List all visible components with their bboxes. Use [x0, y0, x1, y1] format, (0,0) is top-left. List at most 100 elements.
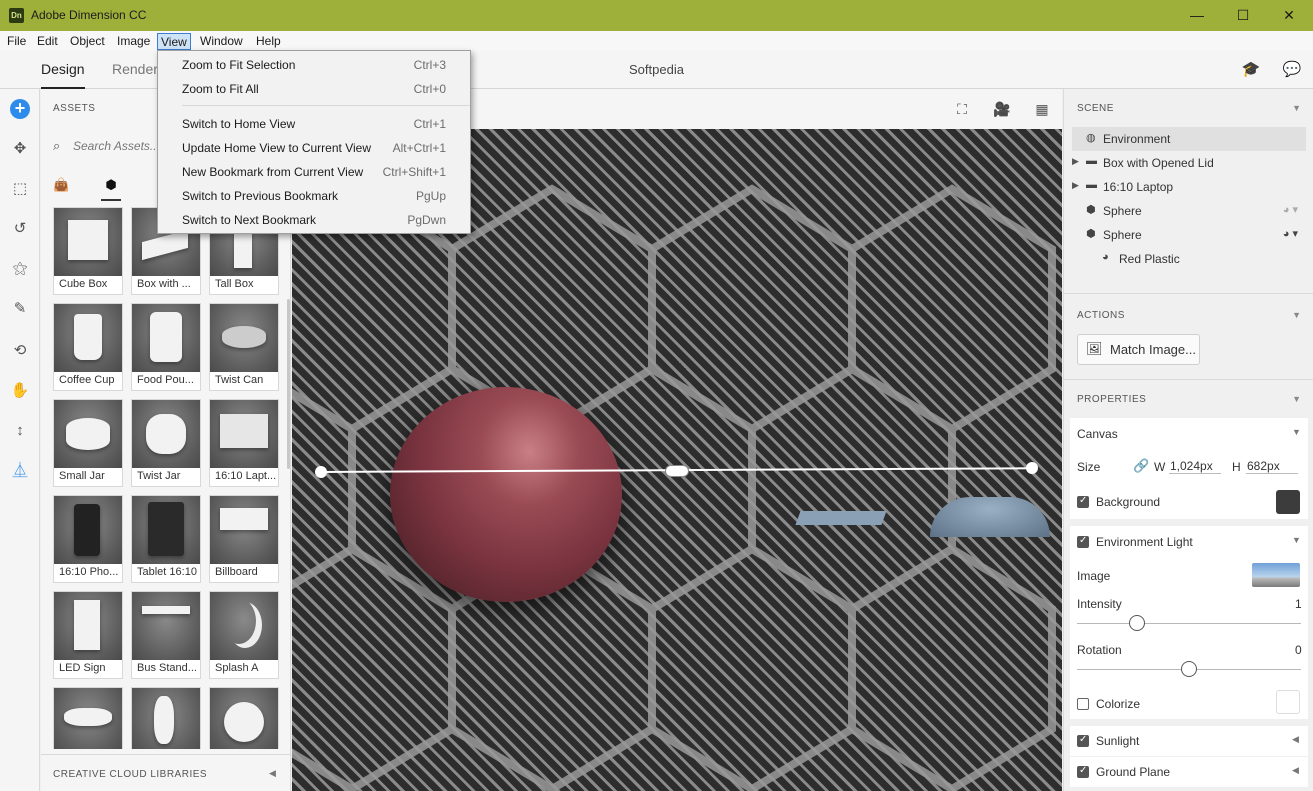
expand-icon[interactable]: ▶ [1072, 156, 1079, 167]
ground-plane-checkbox[interactable] [1077, 765, 1089, 778]
menu-item-update-home-view[interactable]: Update Home View to Current View Alt+Ctrl… [158, 137, 470, 159]
camera-icon[interactable]: 🎥 [992, 99, 1012, 119]
scene-item-environment[interactable]: ◍ Environment [1072, 127, 1306, 151]
colorize-color-swatch[interactable] [1276, 690, 1300, 714]
height-field[interactable]: 682px [1246, 459, 1298, 474]
horizon-handle-center[interactable] [665, 465, 689, 477]
intensity-track[interactable] [1077, 623, 1301, 624]
menu-item-zoom-fit-all[interactable]: Zoom to Fit All Ctrl+0 [158, 78, 470, 100]
add-content-icon[interactable]: + [10, 99, 30, 119]
asset-tile[interactable]: Small Jar [53, 399, 123, 487]
cc-libraries-header[interactable]: CREATIVE CLOUD LIBRARIES ◀ [41, 754, 291, 791]
magic-wand-icon[interactable]: ⚝ [8, 257, 32, 281]
asset-tile[interactable] [131, 687, 201, 749]
asset-tile[interactable]: 16:10 Pho... [53, 495, 123, 583]
scene-item-material[interactable]: ◕ Red Plastic [1072, 247, 1306, 271]
background-checkbox[interactable] [1077, 495, 1089, 508]
horizon-handle-right[interactable] [1026, 462, 1038, 474]
maximize-button[interactable]: ☐ [1220, 0, 1266, 31]
menu-image[interactable]: Image [114, 33, 153, 50]
tab-design[interactable]: Design [41, 61, 85, 89]
rotate-tool-icon[interactable]: ↺ [8, 217, 32, 241]
asset-tile[interactable]: 16:10 Lapt... [209, 399, 279, 487]
sphere-object[interactable] [390, 387, 622, 602]
width-field[interactable]: 1,024px [1169, 459, 1221, 474]
menu-object[interactable]: Object [67, 33, 108, 50]
asset-tile[interactable]: Billboard [209, 495, 279, 583]
assets-scrollbar[interactable] [287, 299, 290, 469]
menu-item-zoom-fit-selection[interactable]: Zoom to Fit Selection Ctrl+3 [158, 54, 470, 76]
select-tool-icon[interactable]: ✥ [8, 137, 32, 161]
search-input[interactable]: Search Assets... [73, 139, 160, 153]
orbit-camera-icon[interactable]: ⟲ [8, 339, 32, 363]
environment-light-checkbox[interactable] [1077, 535, 1089, 548]
collapse-scene-icon[interactable]: ▼ [1292, 103, 1301, 113]
asset-thumbnail [54, 400, 122, 468]
menu-help[interactable]: Help [253, 33, 284, 50]
asset-label: Twist Can [215, 374, 264, 386]
environment-image-thumbnail[interactable] [1252, 563, 1300, 587]
asset-tile[interactable] [209, 687, 279, 749]
menu-item-next-bookmark[interactable]: Switch to Next Bookmark PgDwn [158, 209, 470, 231]
asset-tile[interactable]: Bus Stand... [131, 591, 201, 679]
tab-render[interactable]: Render [112, 61, 158, 77]
box-lid-object[interactable] [795, 511, 887, 525]
collapse-icon[interactable]: ◀ [269, 768, 276, 779]
sunlight-checkbox[interactable] [1077, 734, 1089, 747]
scene-item-sphere[interactable]: ⬢ Sphere ◕ ▾ [1072, 223, 1306, 247]
collapse-properties-icon[interactable]: ▼ [1292, 394, 1301, 404]
collapse-canvas-icon[interactable]: ▼ [1292, 427, 1301, 437]
image-sparkle-icon: 🖼 [1086, 341, 1103, 356]
learn-icon[interactable]: 🎓 [1241, 60, 1261, 80]
asset-tile[interactable]: Coffee Cup [53, 303, 123, 391]
link-icon[interactable]: 🔗 [1133, 458, 1149, 474]
menu-file[interactable]: File [4, 33, 29, 50]
asset-tile[interactable]: Food Pou... [131, 303, 201, 391]
select-area-icon[interactable]: ⬚ [8, 177, 32, 201]
horizon-handle-left[interactable] [315, 466, 327, 478]
dolly-camera-icon[interactable]: ↕ [8, 419, 32, 443]
horizon-tool-icon[interactable]: ⏅ [8, 459, 32, 483]
menu-item-previous-bookmark[interactable]: Switch to Previous Bookmark PgUp [158, 185, 470, 207]
menu-window[interactable]: Window [197, 33, 246, 50]
match-image-button[interactable]: 🖼 Match Image... [1077, 334, 1200, 365]
asset-tile[interactable]: LED Sign [53, 591, 123, 679]
asset-tile[interactable]: Splash A [209, 591, 279, 679]
intensity-slider-knob[interactable] [1129, 615, 1145, 631]
expand-sunlight-icon[interactable]: ◀ [1292, 734, 1299, 745]
material-icon[interactable]: ◕ ▾ [1283, 203, 1298, 216]
menu-item-new-bookmark[interactable]: New Bookmark from Current View Ctrl+Shift… [158, 161, 470, 183]
colorize-checkbox[interactable] [1077, 698, 1089, 710]
menu-view[interactable]: View [157, 33, 191, 50]
scene-item-sphere[interactable]: ⬢ Sphere ◕ ▾ [1072, 199, 1306, 223]
expand-ground-icon[interactable]: ◀ [1292, 765, 1299, 776]
render-preview-icon[interactable]: ▦ [1032, 99, 1052, 119]
background-color-swatch[interactable] [1276, 490, 1300, 514]
asset-label: Tablet 16:10 [137, 566, 197, 578]
fit-view-icon[interactable]: ⛶ [952, 99, 972, 119]
asset-tile[interactable] [53, 687, 123, 749]
scene-item-box[interactable]: ▶ ▬ Box with Opened Lid [1072, 151, 1306, 175]
rotation-slider-knob[interactable] [1181, 661, 1197, 677]
asset-tile[interactable]: Tablet 16:10 [131, 495, 201, 583]
feedback-icon[interactable]: 💬 [1282, 60, 1302, 80]
models-tab-icon[interactable]: ⬢ [101, 177, 121, 201]
scene-item-laptop[interactable]: ▶ ▬ 16:10 Laptop [1072, 175, 1306, 199]
close-button[interactable]: ✕ [1266, 0, 1312, 31]
menu-item-home-view[interactable]: Switch to Home View Ctrl+1 [158, 113, 470, 135]
pan-hand-icon[interactable]: ✋ [8, 379, 32, 403]
eyedropper-icon[interactable]: ✎ [8, 297, 32, 321]
menu-edit[interactable]: Edit [34, 33, 61, 50]
expand-icon[interactable]: ▶ [1072, 180, 1079, 191]
asset-tile[interactable]: Cube Box [53, 207, 123, 295]
material-icon[interactable]: ◕ ▾ [1283, 227, 1298, 240]
collapse-env-icon[interactable]: ▼ [1292, 535, 1301, 545]
asset-tile[interactable]: Twist Can [209, 303, 279, 391]
minimize-button[interactable]: — [1174, 0, 1220, 31]
bag-icon[interactable]: 👜 [53, 177, 69, 193]
hemisphere-object[interactable] [930, 497, 1050, 537]
asset-thumbnail [54, 304, 122, 372]
asset-tile[interactable]: Twist Jar [131, 399, 201, 487]
folder-icon: ▬ [1086, 179, 1097, 191]
collapse-actions-icon[interactable]: ▼ [1292, 310, 1301, 320]
